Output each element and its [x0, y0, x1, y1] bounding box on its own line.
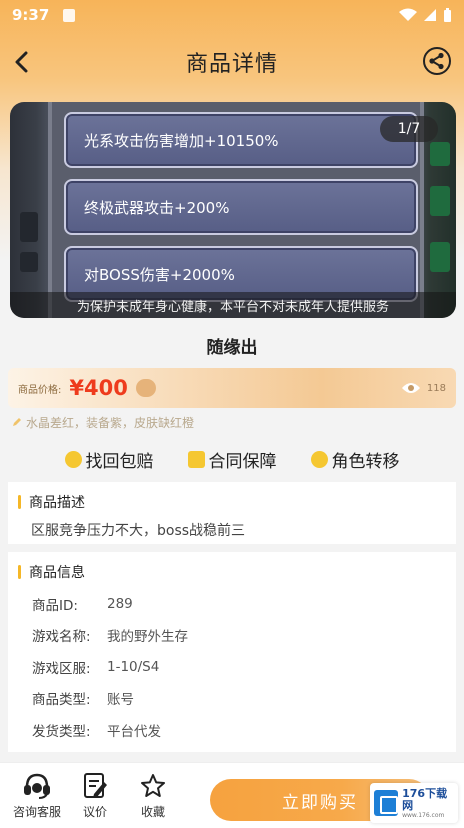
info-value: 账号: [107, 692, 134, 709]
tags-line: 水晶差红，装备紫，皮肤缺红橙: [12, 414, 452, 430]
price-tag-badge: [135, 379, 156, 397]
guarantee-item: 找回包赔: [64, 447, 154, 472]
stat-card: 终极武器攻击+200%: [64, 179, 418, 235]
status-bar: 9:37: [0, 0, 464, 30]
bottom-action-bar: 咨询客服 议价 收藏 立即购买 176下载网 www.176.com: [0, 762, 464, 828]
favorite-button[interactable]: 收藏: [124, 772, 182, 820]
site-watermark: 176下载网 www.176.com: [370, 783, 458, 823]
info-key: 发货类型:: [32, 723, 91, 740]
share-button[interactable]: [420, 44, 454, 78]
info-row: 商品ID: 289: [8, 588, 456, 620]
price-label: 商品价格:: [18, 384, 62, 396]
info-row: 游戏区服: 1-10/S4: [8, 651, 456, 683]
product-image-carousel[interactable]: 光系攻击伤害增加+10150% 终极武器攻击+200% 对BOSS伤害+2000…: [10, 102, 456, 318]
description-text: 区服竞争压力不大，boss战稳前三: [31, 523, 246, 539]
bargain-label: 议价: [82, 804, 107, 819]
info-list: 商品ID: 289 游戏名称: 我的野外生存 游戏区服: 1-10/S4 商品类…: [8, 582, 456, 746]
guarantee-label: 角色转移: [331, 451, 400, 472]
guarantee-item: 角色转移: [310, 447, 400, 472]
game-ui-panel: [430, 142, 450, 166]
notification-icon: [63, 8, 76, 22]
game-ui-panel: [430, 242, 450, 272]
chevron-left-icon: [15, 51, 28, 73]
guarantee-label: 合同保障: [208, 451, 277, 472]
info-key: 商品类型:: [32, 692, 91, 709]
info-row: 游戏名称: 我的野外生存: [8, 620, 456, 652]
bargain-button[interactable]: 议价: [66, 772, 124, 820]
favorite-label: 收藏: [140, 804, 165, 819]
guarantee-row: 找回包赔 合同保障 角色转移: [0, 446, 464, 472]
price-value: ¥400: [69, 376, 128, 400]
star-icon: [141, 773, 165, 797]
document-edit-icon: [84, 772, 107, 798]
headset-icon: [24, 773, 50, 799]
section-accent: [18, 495, 21, 509]
info-key: 游戏名称:: [32, 629, 91, 646]
view-count-value: 118: [426, 382, 446, 394]
guarantee-label: 找回包赔: [85, 451, 154, 472]
customer-service-button[interactable]: 咨询客服: [8, 772, 66, 820]
guarantee-item: 合同保障: [187, 447, 277, 472]
watermark-text: 176下载网: [402, 786, 448, 812]
price-bar: 商品价格: ¥400 118: [8, 368, 456, 408]
pencil-icon: [13, 418, 21, 426]
section-accent: [18, 565, 21, 579]
info-key: 商品ID:: [32, 597, 78, 614]
game-ui-panel: [20, 252, 38, 272]
info-row: 发货类型: 平台代发: [8, 714, 456, 746]
info-key: 游戏区服:: [32, 660, 91, 677]
description-card: 商品描述 区服竞争压力不大，boss战稳前三: [8, 482, 456, 544]
eye-icon: [401, 383, 420, 393]
minor-protection-notice: 为保护未成年身心健康，本平台不对未成年人提供服务: [10, 292, 456, 318]
customer-service-label: 咨询客服: [12, 804, 61, 819]
info-value: 我的野外生存: [107, 629, 188, 646]
stat-card: 光系攻击伤害增加+10150%: [64, 112, 418, 168]
info-value: 平台代发: [107, 723, 161, 740]
contract-icon: [187, 450, 205, 468]
product-title: 随缘出: [206, 338, 258, 358]
battery-icon: [444, 7, 451, 22]
signal-icon: [424, 9, 436, 21]
watermark-subtext: www.176.com: [402, 811, 445, 819]
back-button[interactable]: [6, 46, 38, 78]
section-title: 商品描述: [29, 495, 85, 511]
info-value: 1-10/S4: [107, 658, 160, 675]
page-title: 商品详情: [185, 52, 278, 77]
game-ui-panel: [20, 212, 38, 242]
info-card: 商品信息 商品ID: 289 游戏名称: 我的野外生存 游戏区服: 1-10/S…: [8, 552, 456, 752]
user-icon: [310, 450, 328, 468]
watermark-logo-icon: [374, 790, 399, 816]
status-time: 9:37: [12, 6, 50, 24]
image-counter: 1/7: [380, 116, 438, 142]
game-ui-panel: [430, 186, 450, 216]
navbar: 商品详情: [0, 40, 464, 84]
coin-icon: [64, 450, 82, 468]
section-title: 商品信息: [29, 565, 85, 581]
view-count: 118: [401, 382, 446, 394]
share-icon: [423, 47, 451, 75]
info-value: 289: [107, 595, 133, 612]
tags-text: 水晶差红，装备紫，皮肤缺红橙: [26, 415, 195, 430]
info-row: 商品类型: 账号: [8, 683, 456, 715]
wifi-icon: [399, 8, 417, 21]
